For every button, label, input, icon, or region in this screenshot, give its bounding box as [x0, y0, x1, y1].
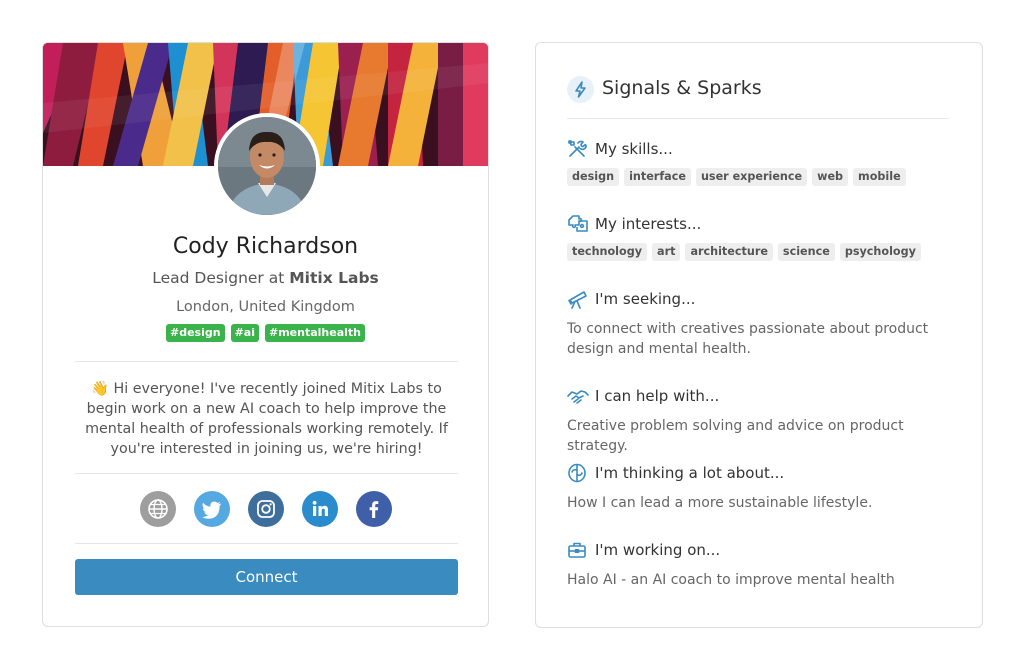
linkedin-icon[interactable] — [301, 491, 338, 527]
instagram-icon[interactable] — [247, 491, 284, 527]
skill-chip[interactable]: mobile — [853, 168, 906, 186]
signals-title: Signals & Sparks — [602, 77, 762, 99]
seeking-text: To connect with creatives passionate abo… — [567, 321, 929, 357]
seeking-title: I'm seeking... — [595, 290, 696, 308]
working-section: I'm working on... Halo AI - an AI coach … — [567, 540, 957, 588]
role-title: Lead Designer at — [152, 269, 290, 287]
profile-card: Cody Richardson Lead Designer at Mitix L… — [42, 42, 489, 627]
profile-name: Cody Richardson — [172, 234, 359, 259]
briefcase-icon — [568, 542, 586, 558]
interest-chip[interactable]: architecture — [685, 243, 773, 261]
puzzle-icon — [568, 215, 588, 232]
help-section: I can help with... Creative problem solv… — [567, 386, 957, 454]
profile-location: London, United Kingdom — [176, 299, 355, 315]
interest-chip[interactable]: technology — [567, 243, 648, 261]
interest-chip[interactable]: psychology — [839, 243, 921, 261]
skills-chip-list: design interface user experience web mobile — [567, 168, 911, 186]
signals-card: Signals & Sparks My skills... design inte… — [535, 42, 983, 628]
hashtag-list: #design #ai #mentalhealth — [43, 324, 488, 342]
working-title: I'm working on... — [595, 541, 721, 559]
skills-title: My skills... — [595, 140, 673, 158]
divider — [75, 361, 458, 362]
hashtag-ai[interactable]: #ai — [230, 324, 259, 342]
avatar — [214, 113, 320, 219]
connect-button[interactable]: Connect — [75, 559, 458, 595]
tools-icon — [568, 140, 587, 157]
company-name: Mitix Labs — [289, 269, 379, 287]
profile-role: Lead Designer at Mitix Labs — [43, 269, 488, 287]
bolt-icon — [567, 76, 594, 103]
thinking-section: I'm thinking a lot about... How I can le… — [567, 463, 957, 511]
help-title: I can help with... — [595, 387, 720, 405]
thinking-text: How I can lead a more sustainable lifest… — [567, 495, 873, 511]
brain-icon — [568, 463, 586, 483]
interests-section: My interests... technology art architectur… — [567, 214, 957, 261]
help-text: Creative problem solving and advice on p… — [567, 418, 904, 454]
working-text: Halo AI - an AI coach to improve mental … — [567, 572, 895, 588]
interest-chip[interactable]: art — [652, 243, 681, 261]
facebook-icon[interactable] — [355, 491, 392, 527]
interests-title: My interests... — [595, 215, 702, 233]
handshake-icon — [567, 390, 589, 404]
twitter-icon[interactable] — [193, 491, 230, 527]
hashtag-mentalhealth[interactable]: #mentalhealth — [265, 324, 365, 342]
divider — [567, 118, 949, 119]
seeking-section: I'm seeking... To connect with creatives… — [567, 289, 957, 357]
interests-chip-list: technology art architecture science psycholo… — [567, 243, 926, 261]
skills-section: My skills... design interface user experie… — [567, 139, 957, 186]
social-links — [43, 491, 488, 527]
divider — [75, 473, 458, 474]
telescope-icon — [568, 291, 587, 309]
skill-chip[interactable]: user experience — [695, 168, 808, 186]
interest-chip[interactable]: science — [777, 243, 835, 261]
skill-chip[interactable]: design — [567, 168, 620, 186]
profile-photo — [218, 117, 316, 215]
globe-icon[interactable] — [139, 491, 176, 527]
divider — [75, 543, 458, 544]
thinking-title: I'm thinking a lot about... — [595, 464, 785, 482]
hashtag-design[interactable]: #design — [166, 324, 225, 342]
profile-bio: 👋 Hi everyone! I've recently joined Miti… — [85, 381, 448, 457]
skill-chip[interactable]: web — [812, 168, 849, 186]
skill-chip[interactable]: interface — [624, 168, 691, 186]
